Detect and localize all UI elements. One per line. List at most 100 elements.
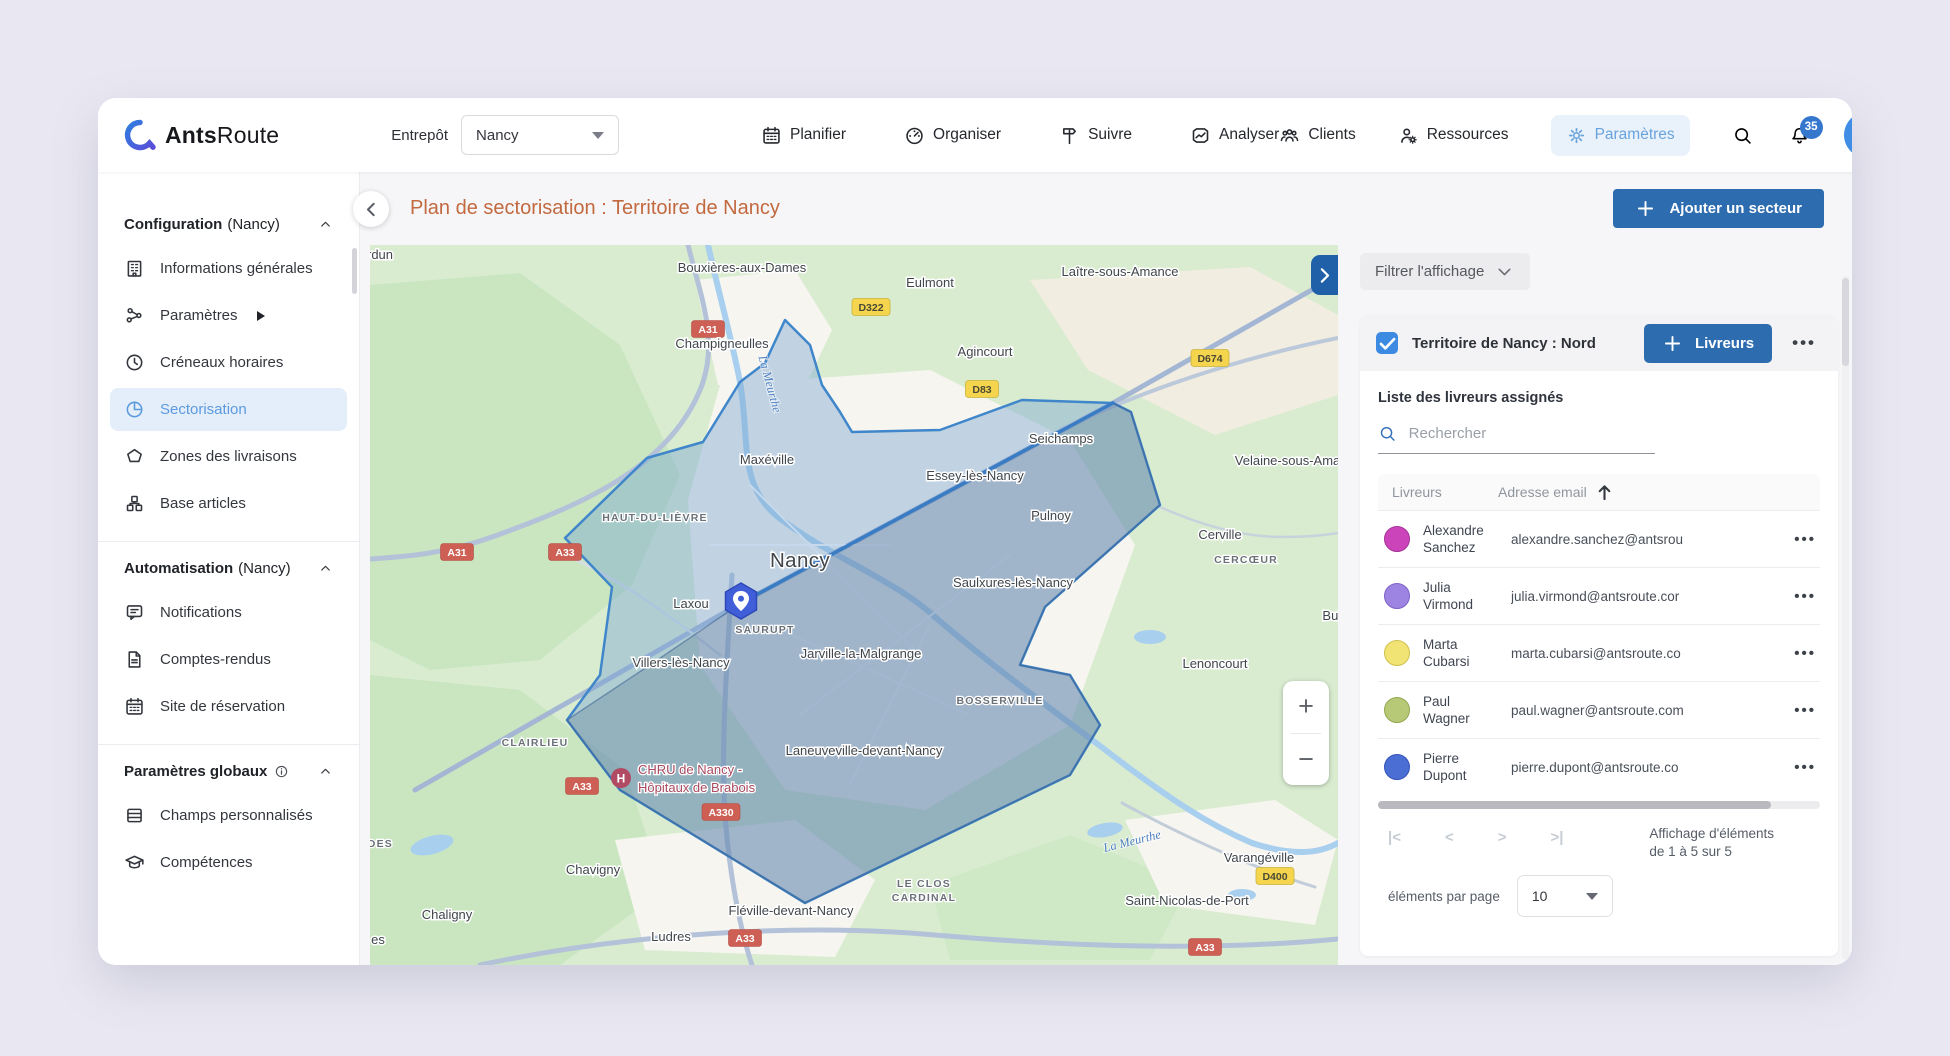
notifications-button[interactable]: 35 bbox=[1789, 125, 1810, 146]
map-label-town: Velaine-sous-Amance bbox=[1235, 453, 1338, 468]
sector-panel: Filtrer l'affichage Territoire de Nancy … bbox=[1360, 245, 1852, 965]
nav-item-planifier[interactable]: Planifier bbox=[761, 125, 846, 146]
road-badge-d322: D322 bbox=[852, 299, 890, 316]
nav-item-analyser[interactable]: Analyser bbox=[1190, 125, 1279, 146]
add-sector-button[interactable]: Ajouter un secteur bbox=[1613, 189, 1824, 228]
drivers-search-input[interactable] bbox=[1409, 425, 1655, 442]
prev-page-button[interactable]: < bbox=[1445, 829, 1454, 846]
chevron-down-icon bbox=[1494, 261, 1515, 282]
signpost-icon bbox=[1059, 125, 1080, 146]
map-label-town: Saulxures-lès-Nancy bbox=[953, 575, 1073, 590]
nav-item-parametres[interactable]: Paramètres bbox=[1551, 115, 1690, 156]
nav-item-ressources[interactable]: Ressources bbox=[1398, 125, 1509, 146]
column-email[interactable]: Adresse email bbox=[1498, 482, 1615, 503]
warehouse-select[interactable]: Nancy bbox=[461, 115, 619, 155]
brand-name: AntsRoute bbox=[165, 122, 279, 149]
svg-text:A31: A31 bbox=[447, 547, 466, 559]
brand-logo[interactable]: AntsRoute bbox=[124, 119, 279, 151]
calendar-icon bbox=[124, 696, 145, 717]
sidebar-item-label: Créneaux horaires bbox=[160, 354, 283, 371]
map-label-town: Varangéville bbox=[1224, 850, 1295, 865]
nav-item-suivre[interactable]: Suivre bbox=[1059, 125, 1132, 146]
plus-icon bbox=[1635, 198, 1656, 219]
page-scrollbar-thumb[interactable] bbox=[1842, 278, 1849, 366]
road-badge-a33: A33 bbox=[1189, 939, 1222, 956]
sidebar-item-site-de-r-servation[interactable]: Site de réservation bbox=[110, 685, 347, 728]
map-pond bbox=[1134, 630, 1166, 644]
driver-menu-button[interactable]: ••• bbox=[1778, 645, 1820, 662]
next-page-button[interactable]: > bbox=[1498, 829, 1507, 846]
driver-menu-button[interactable]: ••• bbox=[1778, 588, 1820, 605]
top-navigation: AntsRoute Entrepôt Nancy PlanifierOrgani… bbox=[98, 98, 1852, 172]
map-label-town: Agincourt bbox=[958, 344, 1013, 359]
zoom-out-button[interactable]: − bbox=[1283, 734, 1329, 786]
drivers-search[interactable] bbox=[1378, 423, 1655, 454]
filter-display-dropdown[interactable]: Filtrer l'affichage bbox=[1360, 253, 1530, 290]
sidebar-item-comp-tences[interactable]: Compétences bbox=[110, 841, 347, 884]
driver-name: PaulWagner bbox=[1423, 693, 1511, 727]
driver-row: AlexandreSanchezalexandre.sanchez@antsro… bbox=[1378, 510, 1820, 567]
map-label-town: Jarville-la-Malgrange bbox=[801, 646, 922, 661]
per-page-label: éléments par page bbox=[1388, 889, 1500, 904]
svg-text:D322: D322 bbox=[858, 302, 883, 314]
svg-text:D83: D83 bbox=[972, 384, 991, 396]
per-page-select[interactable]: 10 bbox=[1517, 875, 1613, 917]
sidebar-section-title[interactable]: Automatisation(Nancy) bbox=[98, 560, 359, 577]
map-label-town: Buissoncourt bbox=[1322, 608, 1338, 623]
search-button[interactable] bbox=[1732, 125, 1753, 146]
page-scrollbar-track[interactable] bbox=[1842, 276, 1849, 959]
driver-email: marta.cubarsi@antsroute.co bbox=[1511, 646, 1778, 661]
driver-menu-button[interactable]: ••• bbox=[1778, 531, 1820, 548]
map-expand-button[interactable] bbox=[1311, 255, 1338, 295]
sidebar-item-comptes-rendus[interactable]: Comptes-rendus bbox=[110, 638, 347, 681]
check-icon bbox=[1377, 333, 1398, 354]
calendar-icon bbox=[761, 125, 782, 146]
search-icon bbox=[1732, 125, 1753, 146]
column-email-label: Adresse email bbox=[1498, 484, 1587, 500]
back-button[interactable] bbox=[353, 191, 389, 227]
map-label-town: Laxou bbox=[673, 596, 708, 611]
chevron-up-icon bbox=[318, 561, 333, 576]
sidebar-item-label: Base articles bbox=[160, 495, 246, 512]
zoom-in-button[interactable]: + bbox=[1283, 681, 1329, 733]
sector-checkbox[interactable] bbox=[1376, 332, 1398, 354]
chevron-down-icon bbox=[1586, 893, 1598, 900]
chevron-up-icon bbox=[318, 764, 333, 779]
avatar[interactable]: MH bbox=[1844, 112, 1852, 158]
sidebar-section-title[interactable]: Paramètres globaux bbox=[98, 763, 359, 780]
sidebar-item-label: Informations générales bbox=[160, 260, 313, 277]
map-canvas: A31A31A33A33A330A33A33D322D83D674D400Bou… bbox=[370, 245, 1338, 965]
nav-item-label: Organiser bbox=[933, 126, 1001, 144]
sidebar-divider bbox=[98, 744, 359, 745]
horizontal-scrollbar[interactable] bbox=[1378, 801, 1820, 809]
scrollbar-thumb[interactable] bbox=[1378, 801, 1771, 809]
driver-menu-button[interactable]: ••• bbox=[1778, 702, 1820, 719]
sidebar-item-notifications[interactable]: Notifications bbox=[110, 591, 347, 634]
sidebar-item-label: Comptes-rendus bbox=[160, 651, 271, 668]
nav-right: Clients Ressources Paramètres 35 MH bbox=[1279, 112, 1852, 158]
nav-item-label: Clients bbox=[1308, 126, 1355, 144]
sidebar-item-base-articles[interactable]: Base articles bbox=[110, 482, 347, 525]
sidebar-item-informations-g-n-rales[interactable]: Informations générales bbox=[110, 247, 347, 290]
nav-item-label: Analyser bbox=[1219, 126, 1279, 144]
sidebar-item-param-tres[interactable]: Paramètres bbox=[110, 294, 347, 337]
nav-item-clients[interactable]: Clients bbox=[1279, 125, 1355, 146]
road-badge-d674: D674 bbox=[1191, 350, 1229, 367]
sidebar-item-sectorisation[interactable]: Sectorisation bbox=[110, 388, 347, 431]
add-drivers-button[interactable]: Livreurs bbox=[1644, 324, 1772, 363]
nav-item-organiser[interactable]: Organiser bbox=[904, 125, 1001, 146]
sidebar-scrollbar[interactable] bbox=[352, 248, 357, 294]
sidebar-item-champs-personnalis-s[interactable]: Champs personnalisés bbox=[110, 794, 347, 837]
first-page-button[interactable]: |< bbox=[1388, 829, 1401, 846]
sidebar-item-cr-neaux-horaires[interactable]: Créneaux horaires bbox=[110, 341, 347, 384]
sidebar-section-title[interactable]: Configuration(Nancy) bbox=[98, 216, 359, 233]
map-label-town: Villers-lès-Nancy bbox=[632, 655, 730, 670]
sidebar-item-zones-des-livraisons[interactable]: Zones des livraisons bbox=[110, 435, 347, 478]
driver-menu-button[interactable]: ••• bbox=[1778, 759, 1820, 776]
road-badge-a33: A33 bbox=[566, 778, 599, 795]
last-page-button[interactable]: >| bbox=[1551, 829, 1564, 846]
page-header: Plan de sectorisation : Territoire de Na… bbox=[360, 172, 1852, 245]
nodes-icon bbox=[124, 305, 145, 326]
sector-menu-button[interactable]: ••• bbox=[1786, 333, 1822, 353]
map[interactable]: A31A31A33A33A330A33A33D322D83D674D400Bou… bbox=[370, 245, 1338, 965]
